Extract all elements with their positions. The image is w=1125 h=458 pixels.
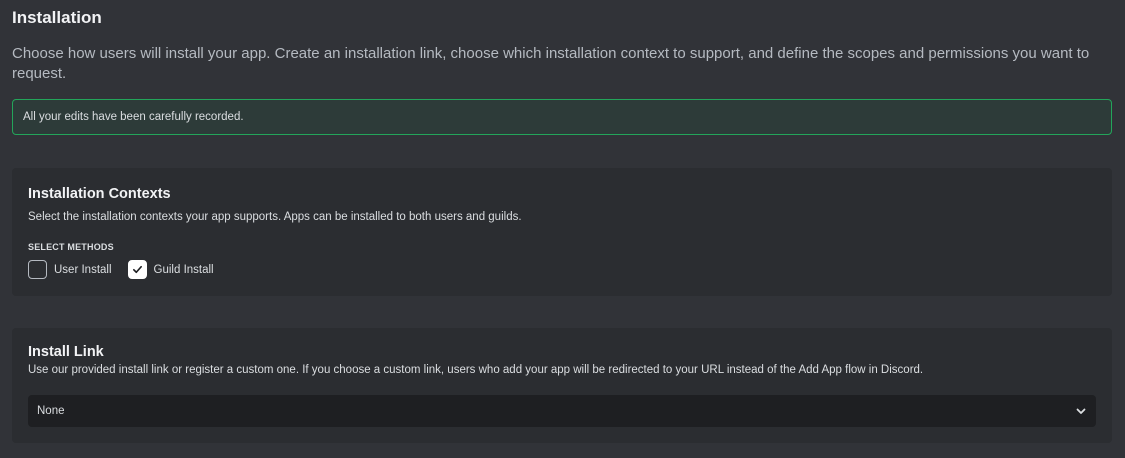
installation-contexts-description: Select the installation contexts your ap… bbox=[28, 211, 522, 223]
user-install-option[interactable]: User Install bbox=[28, 260, 112, 279]
user-install-label: User Install bbox=[54, 263, 112, 276]
page-description: Choose how users will install your app. … bbox=[12, 45, 1090, 82]
install-link-card: Install Link Use our provided install li… bbox=[12, 328, 1112, 443]
install-link-selected-value: None bbox=[37, 405, 65, 417]
chevron-down-icon bbox=[1076, 408, 1086, 414]
install-link-title: Install Link bbox=[28, 344, 104, 360]
saved-notice-text: All your edits have been carefully recor… bbox=[23, 111, 244, 123]
install-methods: User Install Guild Install bbox=[28, 260, 230, 279]
guild-install-checkbox[interactable] bbox=[127, 260, 147, 279]
guild-install-option[interactable]: Guild Install bbox=[127, 260, 214, 279]
install-link-description: Use our provided install link or registe… bbox=[28, 364, 924, 376]
installation-contexts-card: Installation Contexts Select the install… bbox=[12, 168, 1112, 296]
guild-install-label: Guild Install bbox=[153, 263, 214, 276]
checkmark-icon bbox=[132, 265, 142, 274]
select-methods-label: SELECT METHODS bbox=[28, 242, 114, 252]
page-title: Installation bbox=[12, 8, 102, 27]
saved-notice: All your edits have been carefully recor… bbox=[12, 99, 1112, 135]
user-install-checkbox[interactable] bbox=[28, 260, 47, 279]
installation-page: Installation Choose how users will insta… bbox=[0, 0, 1125, 458]
installation-contexts-title: Installation Contexts bbox=[28, 186, 171, 202]
install-link-select[interactable]: None bbox=[28, 395, 1096, 427]
